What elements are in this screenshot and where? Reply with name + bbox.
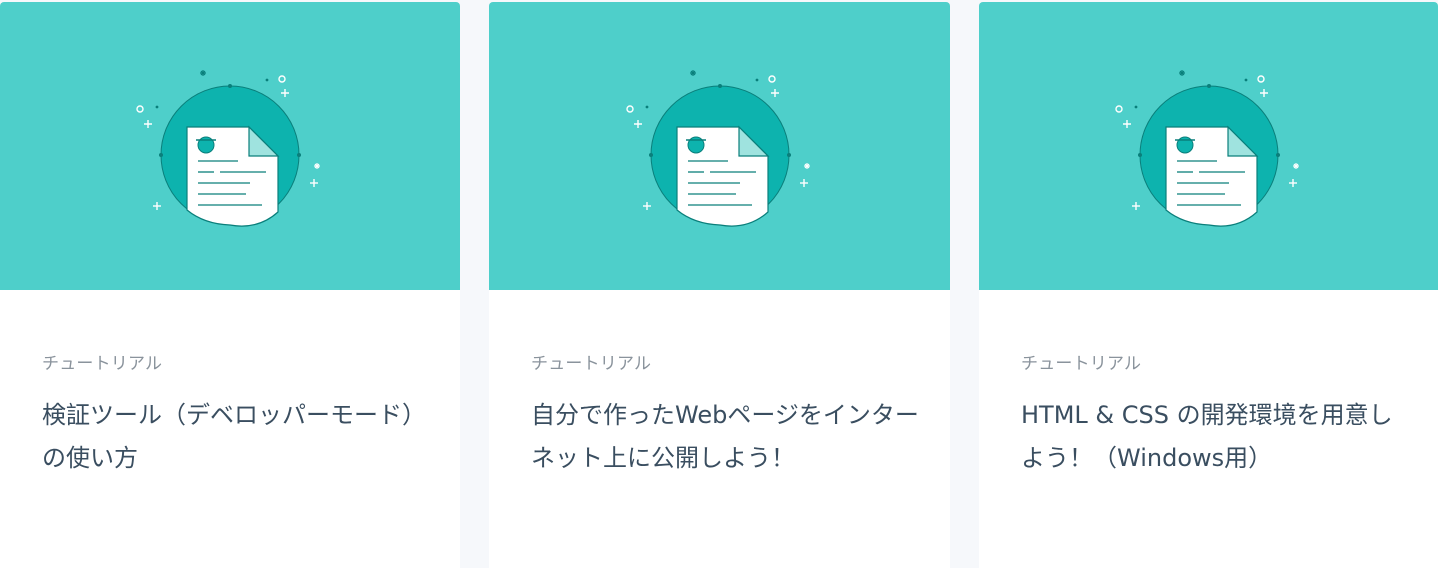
card-title[interactable]: HTML & CSS の開発環境を用意しよう！（Windows用） [1021, 394, 1409, 480]
card-thumbnail[interactable] [489, 2, 950, 290]
card-category: チュートリアル [1021, 354, 1142, 374]
document-illustration-icon [136, 70, 320, 227]
card-title[interactable]: 自分で作ったWebページをインターネット上に公開しよう！ [531, 394, 919, 480]
tutorial-card[interactable]: チュートリアル HTML & CSS の開発環境を用意しよう！（Windows用… [979, 2, 1438, 568]
card-thumbnail[interactable] [0, 2, 460, 290]
tutorial-card[interactable]: チュートリアル 自分で作ったWebページをインターネット上に公開しよう！ [489, 2, 950, 568]
card-thumbnail[interactable] [979, 2, 1438, 290]
document-illustration-icon [625, 70, 810, 227]
card-category: チュートリアル [42, 354, 163, 374]
document-illustration-icon [1114, 70, 1299, 227]
card-title[interactable]: 検証ツール（デベロッパーモード）の使い方 [42, 394, 430, 480]
tutorial-card[interactable]: チュートリアル 検証ツール（デベロッパーモード）の使い方 [0, 2, 460, 568]
card-category: チュートリアル [531, 354, 652, 374]
